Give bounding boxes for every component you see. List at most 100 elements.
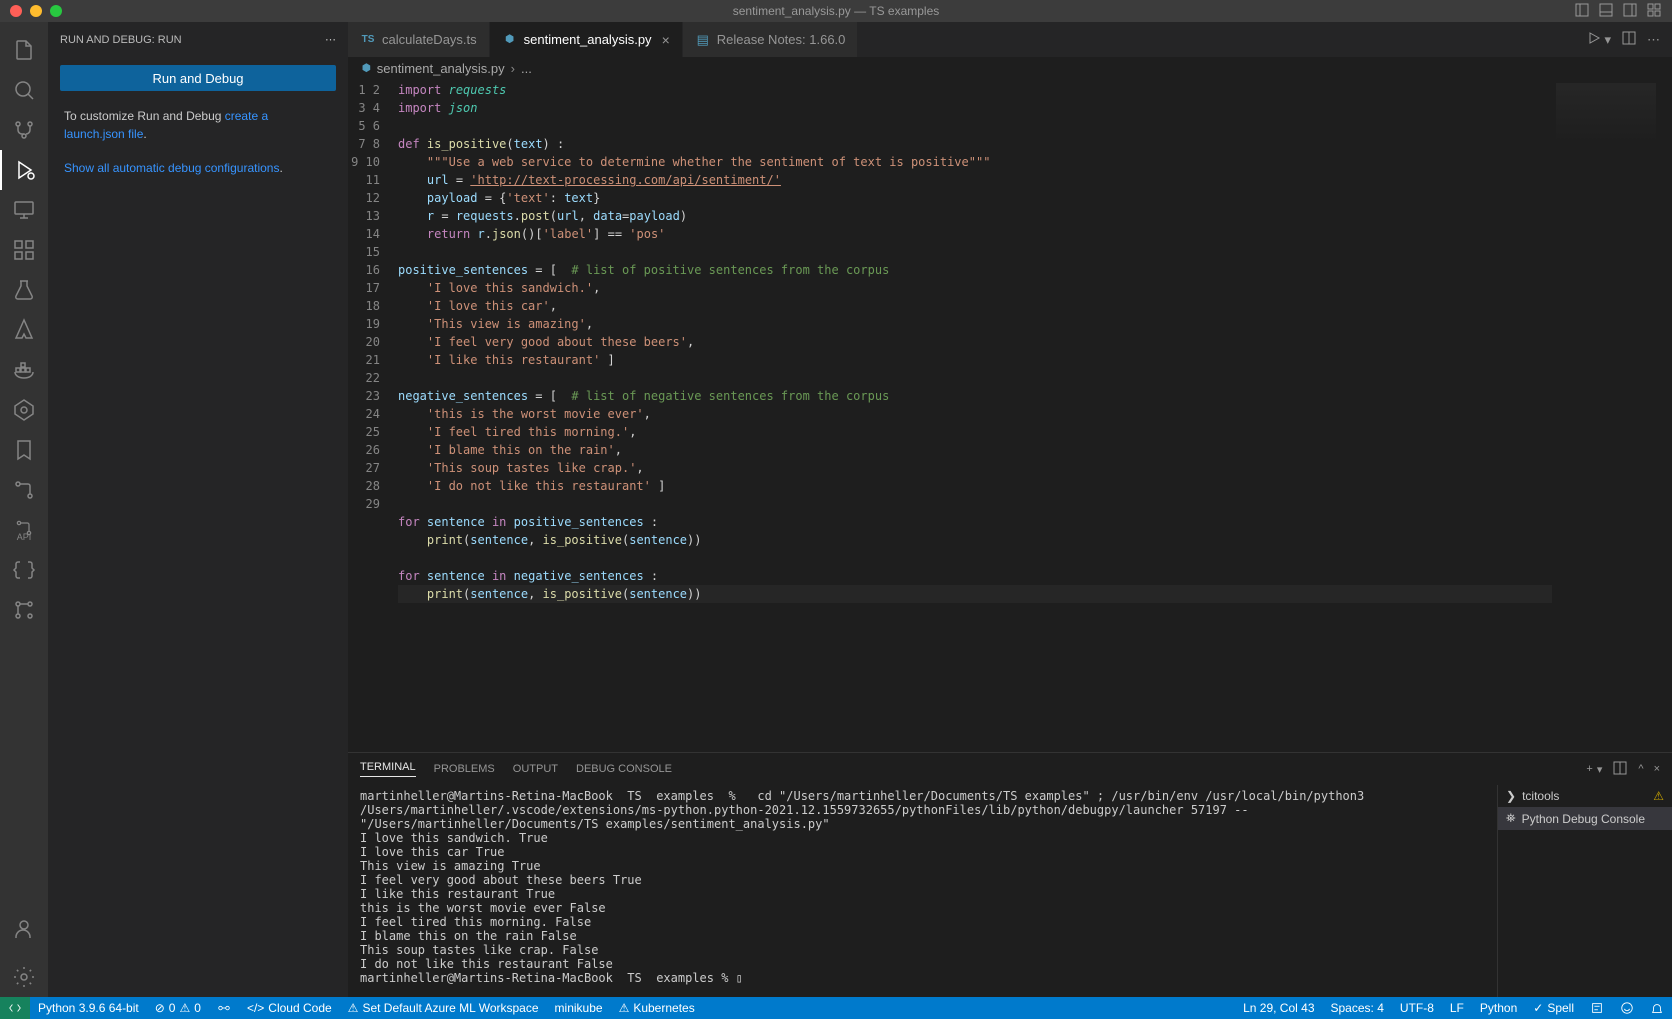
extensions-icon[interactable] xyxy=(0,230,48,270)
tab-label: Release Notes: 1.66.0 xyxy=(717,32,846,47)
search-icon[interactable] xyxy=(0,70,48,110)
python-file-icon: ⬢ xyxy=(502,32,518,48)
testing-icon[interactable] xyxy=(0,270,48,310)
bottom-panel: TERMINAL PROBLEMS OUTPUT DEBUG CONSOLE +… xyxy=(348,752,1672,997)
minimize-window-button[interactable] xyxy=(30,5,42,17)
warning-triangle-icon: ⚠ xyxy=(619,1001,630,1015)
run-python-icon[interactable] xyxy=(1586,30,1602,49)
terminal-list: ❯ tcitools ⚠ ⛯ Python Debug Console xyxy=(1497,785,1672,997)
sidebar-customize-text: To customize Run and Debug create a laun… xyxy=(48,99,348,151)
titlebar: sentiment_analysis.py — TS examples xyxy=(0,0,1672,22)
cloud-code-status[interactable]: </> Cloud Code xyxy=(239,997,340,1019)
layout-panel-icon[interactable] xyxy=(1598,2,1614,21)
prettier-status[interactable] xyxy=(1582,1001,1612,1015)
cloud-icon: </> xyxy=(247,1001,264,1015)
editor-tabs: TS calculateDays.ts ⬢ sentiment_analysis… xyxy=(348,22,1672,57)
panel-tabs: TERMINAL PROBLEMS OUTPUT DEBUG CONSOLE +… xyxy=(348,753,1672,785)
new-terminal-icon[interactable]: + xyxy=(1586,763,1592,775)
output-tab[interactable]: OUTPUT xyxy=(513,763,558,775)
accounts-icon[interactable] xyxy=(0,909,48,949)
activity-bar: API xyxy=(0,22,48,997)
code-editor[interactable]: 1 2 3 4 5 6 7 8 9 10 11 12 13 14 15 16 1… xyxy=(348,79,1672,752)
warning-triangle-icon: ⚠ xyxy=(348,1001,359,1015)
sidebar-panel: RUN AND DEBUG: RUN ⋯ Run and Debug To cu… xyxy=(48,22,348,997)
remote-indicator[interactable] xyxy=(0,997,30,1019)
terminal-output[interactable]: martinheller@Martins-Retina-MacBook TS e… xyxy=(348,785,1497,997)
port-forward-icon[interactable] xyxy=(209,997,239,1019)
minimap[interactable] xyxy=(1552,79,1672,752)
tab-sentiment-analysis[interactable]: ⬢ sentiment_analysis.py × xyxy=(490,22,683,57)
debug-icon: ⛯ xyxy=(1506,811,1516,826)
docker-icon[interactable] xyxy=(0,350,48,390)
layout-customize-icon[interactable] xyxy=(1646,2,1662,21)
tab-calculatedays[interactable]: TS calculateDays.ts xyxy=(348,22,490,57)
cursor-position[interactable]: Ln 29, Col 43 xyxy=(1235,1001,1322,1015)
problems-status[interactable]: ⊘0 ⚠0 xyxy=(147,997,209,1019)
debug-console-tab[interactable]: DEBUG CONSOLE xyxy=(576,763,672,775)
tab-release-notes[interactable]: ▤ Release Notes: 1.66.0 xyxy=(683,22,859,57)
run-dropdown-icon[interactable]: ▾ xyxy=(1604,32,1611,48)
preview-icon: ▤ xyxy=(695,32,711,48)
problems-tab[interactable]: PROBLEMS xyxy=(434,763,495,775)
remote-explorer-icon[interactable] xyxy=(0,190,48,230)
encoding-status[interactable]: UTF-8 xyxy=(1392,1001,1442,1015)
run-and-debug-button[interactable]: Run and Debug xyxy=(60,65,336,91)
breadcrumb-more: ... xyxy=(521,61,532,76)
layout-sidebar-left-icon[interactable] xyxy=(1574,2,1590,21)
status-bar: Python 3.9.6 64-bit ⊘0 ⚠0 </> Cloud Code… xyxy=(0,997,1672,1019)
code-content[interactable]: import requests import json def is_posit… xyxy=(398,79,1672,752)
minikube-status[interactable]: minikube xyxy=(547,997,611,1019)
warning-badge-icon: ⚠ xyxy=(1653,789,1664,803)
kubernetes-icon[interactable] xyxy=(0,390,48,430)
typescript-file-icon: TS xyxy=(360,32,376,48)
settings-gear-icon[interactable] xyxy=(0,957,48,997)
shell-icon: ❯ xyxy=(1506,789,1516,803)
chevron-right-icon: › xyxy=(511,61,515,76)
breadcrumb[interactable]: ⬢ sentiment_analysis.py › ... xyxy=(348,57,1672,79)
sidebar-title: RUN AND DEBUG: RUN xyxy=(60,34,182,46)
terminal-label: tcitools xyxy=(1522,789,1559,803)
eol-status[interactable]: LF xyxy=(1442,1001,1472,1015)
gitlens-icon[interactable] xyxy=(0,470,48,510)
graph-icon[interactable] xyxy=(0,590,48,630)
notifications-icon[interactable] xyxy=(1642,1001,1672,1015)
line-number-gutter: 1 2 3 4 5 6 7 8 9 10 11 12 13 14 15 16 1… xyxy=(348,79,398,752)
window-controls xyxy=(10,5,62,17)
split-editor-icon[interactable] xyxy=(1621,30,1637,49)
api-icon[interactable]: API xyxy=(14,510,34,550)
sidebar-header: RUN AND DEBUG: RUN ⋯ xyxy=(48,22,348,57)
maximize-window-button[interactable] xyxy=(50,5,62,17)
breadcrumb-file: sentiment_analysis.py xyxy=(377,61,505,76)
tab-close-icon[interactable]: × xyxy=(662,32,670,48)
indentation-status[interactable]: Spaces: 4 xyxy=(1323,1001,1392,1015)
close-window-button[interactable] xyxy=(10,5,22,17)
terminal-item-tcitools[interactable]: ❯ tcitools ⚠ xyxy=(1498,785,1672,807)
more-editor-actions-icon[interactable]: ⋯ xyxy=(1647,32,1660,48)
maximize-panel-icon[interactable]: ^ xyxy=(1638,763,1643,775)
terminal-tab[interactable]: TERMINAL xyxy=(360,761,416,777)
kubernetes-status[interactable]: ⚠ Kubernetes xyxy=(611,997,703,1019)
tab-label: calculateDays.ts xyxy=(382,32,477,47)
layout-sidebar-right-icon[interactable] xyxy=(1622,2,1638,21)
language-mode[interactable]: Python xyxy=(1472,1001,1525,1015)
source-control-icon[interactable] xyxy=(0,110,48,150)
error-icon: ⊘ xyxy=(155,1001,165,1015)
editor-area: TS calculateDays.ts ⬢ sentiment_analysis… xyxy=(348,22,1672,997)
feedback-icon[interactable] xyxy=(1612,1001,1642,1015)
spell-check-status[interactable]: ✓ Spell xyxy=(1525,1001,1582,1015)
run-debug-icon[interactable] xyxy=(0,150,48,190)
show-all-debug-configs-link[interactable]: Show all automatic debug configurations xyxy=(64,161,279,175)
split-terminal-icon[interactable] xyxy=(1612,760,1628,779)
python-interpreter[interactable]: Python 3.9.6 64-bit xyxy=(30,997,147,1019)
terminal-dropdown-icon[interactable]: ▾ xyxy=(1597,763,1603,776)
terminal-label: Python Debug Console xyxy=(1522,812,1645,826)
terminal-item-python-debug[interactable]: ⛯ Python Debug Console xyxy=(1498,807,1672,830)
azure-workspace-status[interactable]: ⚠ Set Default Azure ML Workspace xyxy=(340,997,547,1019)
close-panel-icon[interactable]: × xyxy=(1654,763,1660,775)
explorer-icon[interactable] xyxy=(0,30,48,70)
bookmarks-icon[interactable] xyxy=(0,430,48,470)
tab-label: sentiment_analysis.py xyxy=(524,32,652,47)
azure-icon[interactable] xyxy=(0,310,48,350)
more-actions-icon[interactable]: ⋯ xyxy=(325,33,336,46)
brackets-icon[interactable] xyxy=(0,550,48,590)
